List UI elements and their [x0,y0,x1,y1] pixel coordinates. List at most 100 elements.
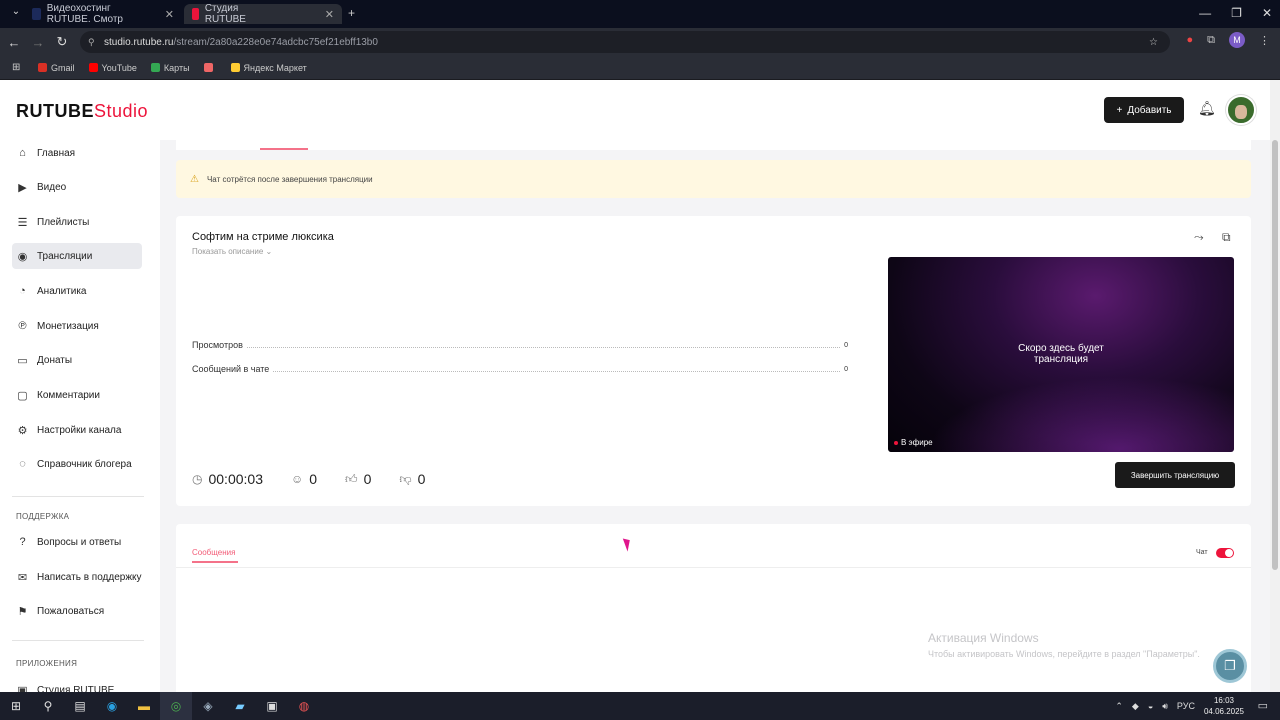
bookmark-maps[interactable]: Карты [150,62,190,73]
sidebar-item-label: Трансляции [37,250,93,262]
language-indicator[interactable]: РУС [1177,701,1195,711]
close-window-icon[interactable]: ✕ [1262,6,1272,20]
chat-warning-notice: ⚠ Чат сотрётся после завершения трансляц… [176,160,1251,198]
add-button[interactable]: + Добавить [1104,97,1184,123]
chrome-icon[interactable]: ◎ [160,692,192,720]
address-bar[interactable]: ⚲ studio.rutube.ru/stream/2a80a228e0e74a… [80,31,1170,53]
sidebar-divider [12,496,144,497]
close-tab-icon[interactable]: ✕ [325,8,334,21]
task-view-icon[interactable]: ▤ [64,692,96,720]
chat-card: Сообщения Чат [176,524,1251,692]
bookmark-yandex-market[interactable]: Яндекс Маркет [230,62,307,73]
browser-menu-icon[interactable]: ⋮ [1259,34,1270,47]
edge-icon[interactable]: ◉ [96,692,128,720]
tab-messages[interactable]: Сообщения [192,548,235,557]
sidebar-item-donations[interactable]: ▭ Донаты [12,347,142,373]
search-icon[interactable]: ⚲ [32,692,64,720]
sidebar-item-faq[interactable]: ? Вопросы и ответы [12,529,142,555]
sidebar-item-video[interactable]: ▶ Видео [12,174,142,200]
sidebar-item-report[interactable]: ⚑ Пожаловаться [12,598,142,624]
tray-volume-icon[interactable]: 🔊︎ [1162,701,1168,712]
bookmark-star-icon[interactable]: ☆ [1149,37,1158,48]
bookmark-gmail[interactable]: Gmail [38,63,75,73]
file-explorer-icon[interactable]: ▬ [128,692,160,720]
user-avatar[interactable] [1226,95,1256,125]
tray-network-icon[interactable]: ◒ [1148,701,1153,711]
chat-toggle-label: Чат [1196,549,1208,556]
forward-icon[interactable]: → [26,35,50,50]
back-icon[interactable]: ← [2,35,26,50]
yandex-market-icon [230,63,240,72]
reload-icon[interactable]: ↻ [50,34,74,50]
sidebar-item-contact-support[interactable]: ✉ Написать в поддержку [12,564,142,590]
sidebar-item-playlists[interactable]: ☰ Плейлисты [12,209,142,235]
share-icon[interactable]: ⤳ [1194,230,1204,245]
close-tab-icon[interactable]: ✕ [165,8,174,21]
sidebar-item-comments[interactable]: ▢ Комментарии [12,382,142,408]
stream-preview-player[interactable]: Скоро здесь будет трансляция В эфире [888,257,1234,452]
metric-dislikes: 👎︎ 0 [399,471,425,487]
sidebar-item-home[interactable]: ⌂ Главная [12,140,142,166]
rutube-studio-logo[interactable]: RUTUBEStudio [16,101,148,122]
maximize-icon[interactable]: ❐ [1231,6,1242,20]
likes-value: 0 [363,471,372,487]
clock[interactable]: 16:03 04.06.2025 [1204,695,1244,717]
bookmark-unlabeled[interactable] [203,63,217,72]
sidebar-item-channel-settings[interactable]: ⚙ Настройки канала [12,417,142,443]
extension-icon[interactable]: ● [1186,34,1193,46]
clock-date: 04.06.2025 [1203,707,1244,716]
page-scrollbar[interactable] [1270,80,1280,692]
windows-taskbar: ⊞ ⚲ ▤ ◉ ▬ ◎ ◈ ▰ ▣ ◍ ⌃ ◆ ◒ 🔊︎ РУС 16:03 0… [0,692,1280,720]
add-button-label: Добавить [1127,104,1172,116]
open-external-icon[interactable]: ⧉ [1222,230,1231,245]
system-tray: ⌃ ◆ ◒ 🔊︎ РУС 16:03 04.06.2025 [1115,692,1244,720]
show-description-link[interactable]: Показать описание ⌄ [192,247,272,256]
notification-center-icon[interactable]: ▭ [1258,699,1268,712]
app-icon[interactable]: ▰ [224,692,256,720]
bookmark-label: Карты [163,62,190,73]
chat-divider [176,567,1251,568]
mail-icon: ✉ [17,571,28,584]
dotted-leader [246,343,841,348]
bookmark-icon [203,63,213,72]
maps-icon [150,63,160,72]
new-tab-button[interactable]: + [348,6,355,20]
apps-grid-icon[interactable]: ⊞ [12,62,20,73]
sidebar-item-broadcasts[interactable]: ◉ Трансляции [12,243,142,269]
site-info-icon[interactable]: ⚲ [88,37,95,48]
sidebar-item-label: Монетизация [37,320,99,332]
minimize-icon[interactable]: — [1199,6,1211,20]
logo-studio: Studio [94,101,149,121]
extensions-puzzle-icon[interactable]: ⧉ [1207,34,1215,47]
sidebar-item-monetization[interactable]: ℗ Монетизация [12,313,142,339]
support-chat-button[interactable]: ❐ [1213,649,1247,683]
tray-chevron-icon[interactable]: ⌃ [1115,701,1123,712]
obs-icon[interactable]: ◍ [288,692,320,720]
gmail-icon [38,63,47,72]
stream-title: Софтим на стриме люксика [192,231,334,243]
notice-text: Чат сотрётся после завершения трансляции [206,174,373,184]
profile-avatar[interactable]: M [1229,32,1245,48]
broadcast-icon: ◉ [17,250,28,263]
plus-icon: + [1116,104,1123,116]
bookmark-label: Яндекс Маркет [243,62,307,73]
end-stream-button[interactable]: Завершить трансляцию [1115,462,1235,488]
browser-tab-studio[interactable]: Студия RUTUBE ✕ [184,3,342,25]
bookmark-youtube[interactable]: YouTube [88,63,137,73]
guide-icon: ◌ [19,458,26,470]
stream-card: Софтим на стриме люксика Показать описан… [176,216,1251,506]
chat-toggle[interactable] [1216,548,1234,558]
tray-app-icon[interactable]: ◆ [1132,701,1139,712]
sidebar-item-analytics[interactable]: ◔ Аналитика [12,278,142,304]
windows-start-icon[interactable]: ⊞ [0,692,32,720]
browser-tab-rutube[interactable]: Видеохостинг RUTUBE. Смотр ✕ [24,3,182,25]
sidebar: ⌂ Главная ▶ Видео ☰ Плейлисты ◉ Трансляц… [0,140,160,697]
steam-icon[interactable]: ◈ [192,692,224,720]
scrollbar-thumb[interactable] [1272,140,1278,570]
stat-value: 0 [844,365,848,373]
notifications-bell-icon[interactable]: 🔔︎ [1198,100,1216,117]
donate-icon: ▭ [17,354,28,367]
sidebar-item-blogger-guide[interactable]: ◌ Справочник блогера [12,451,142,477]
bookmark-label: Gmail [51,62,75,73]
app-window-icon[interactable]: ▣ [256,692,288,720]
